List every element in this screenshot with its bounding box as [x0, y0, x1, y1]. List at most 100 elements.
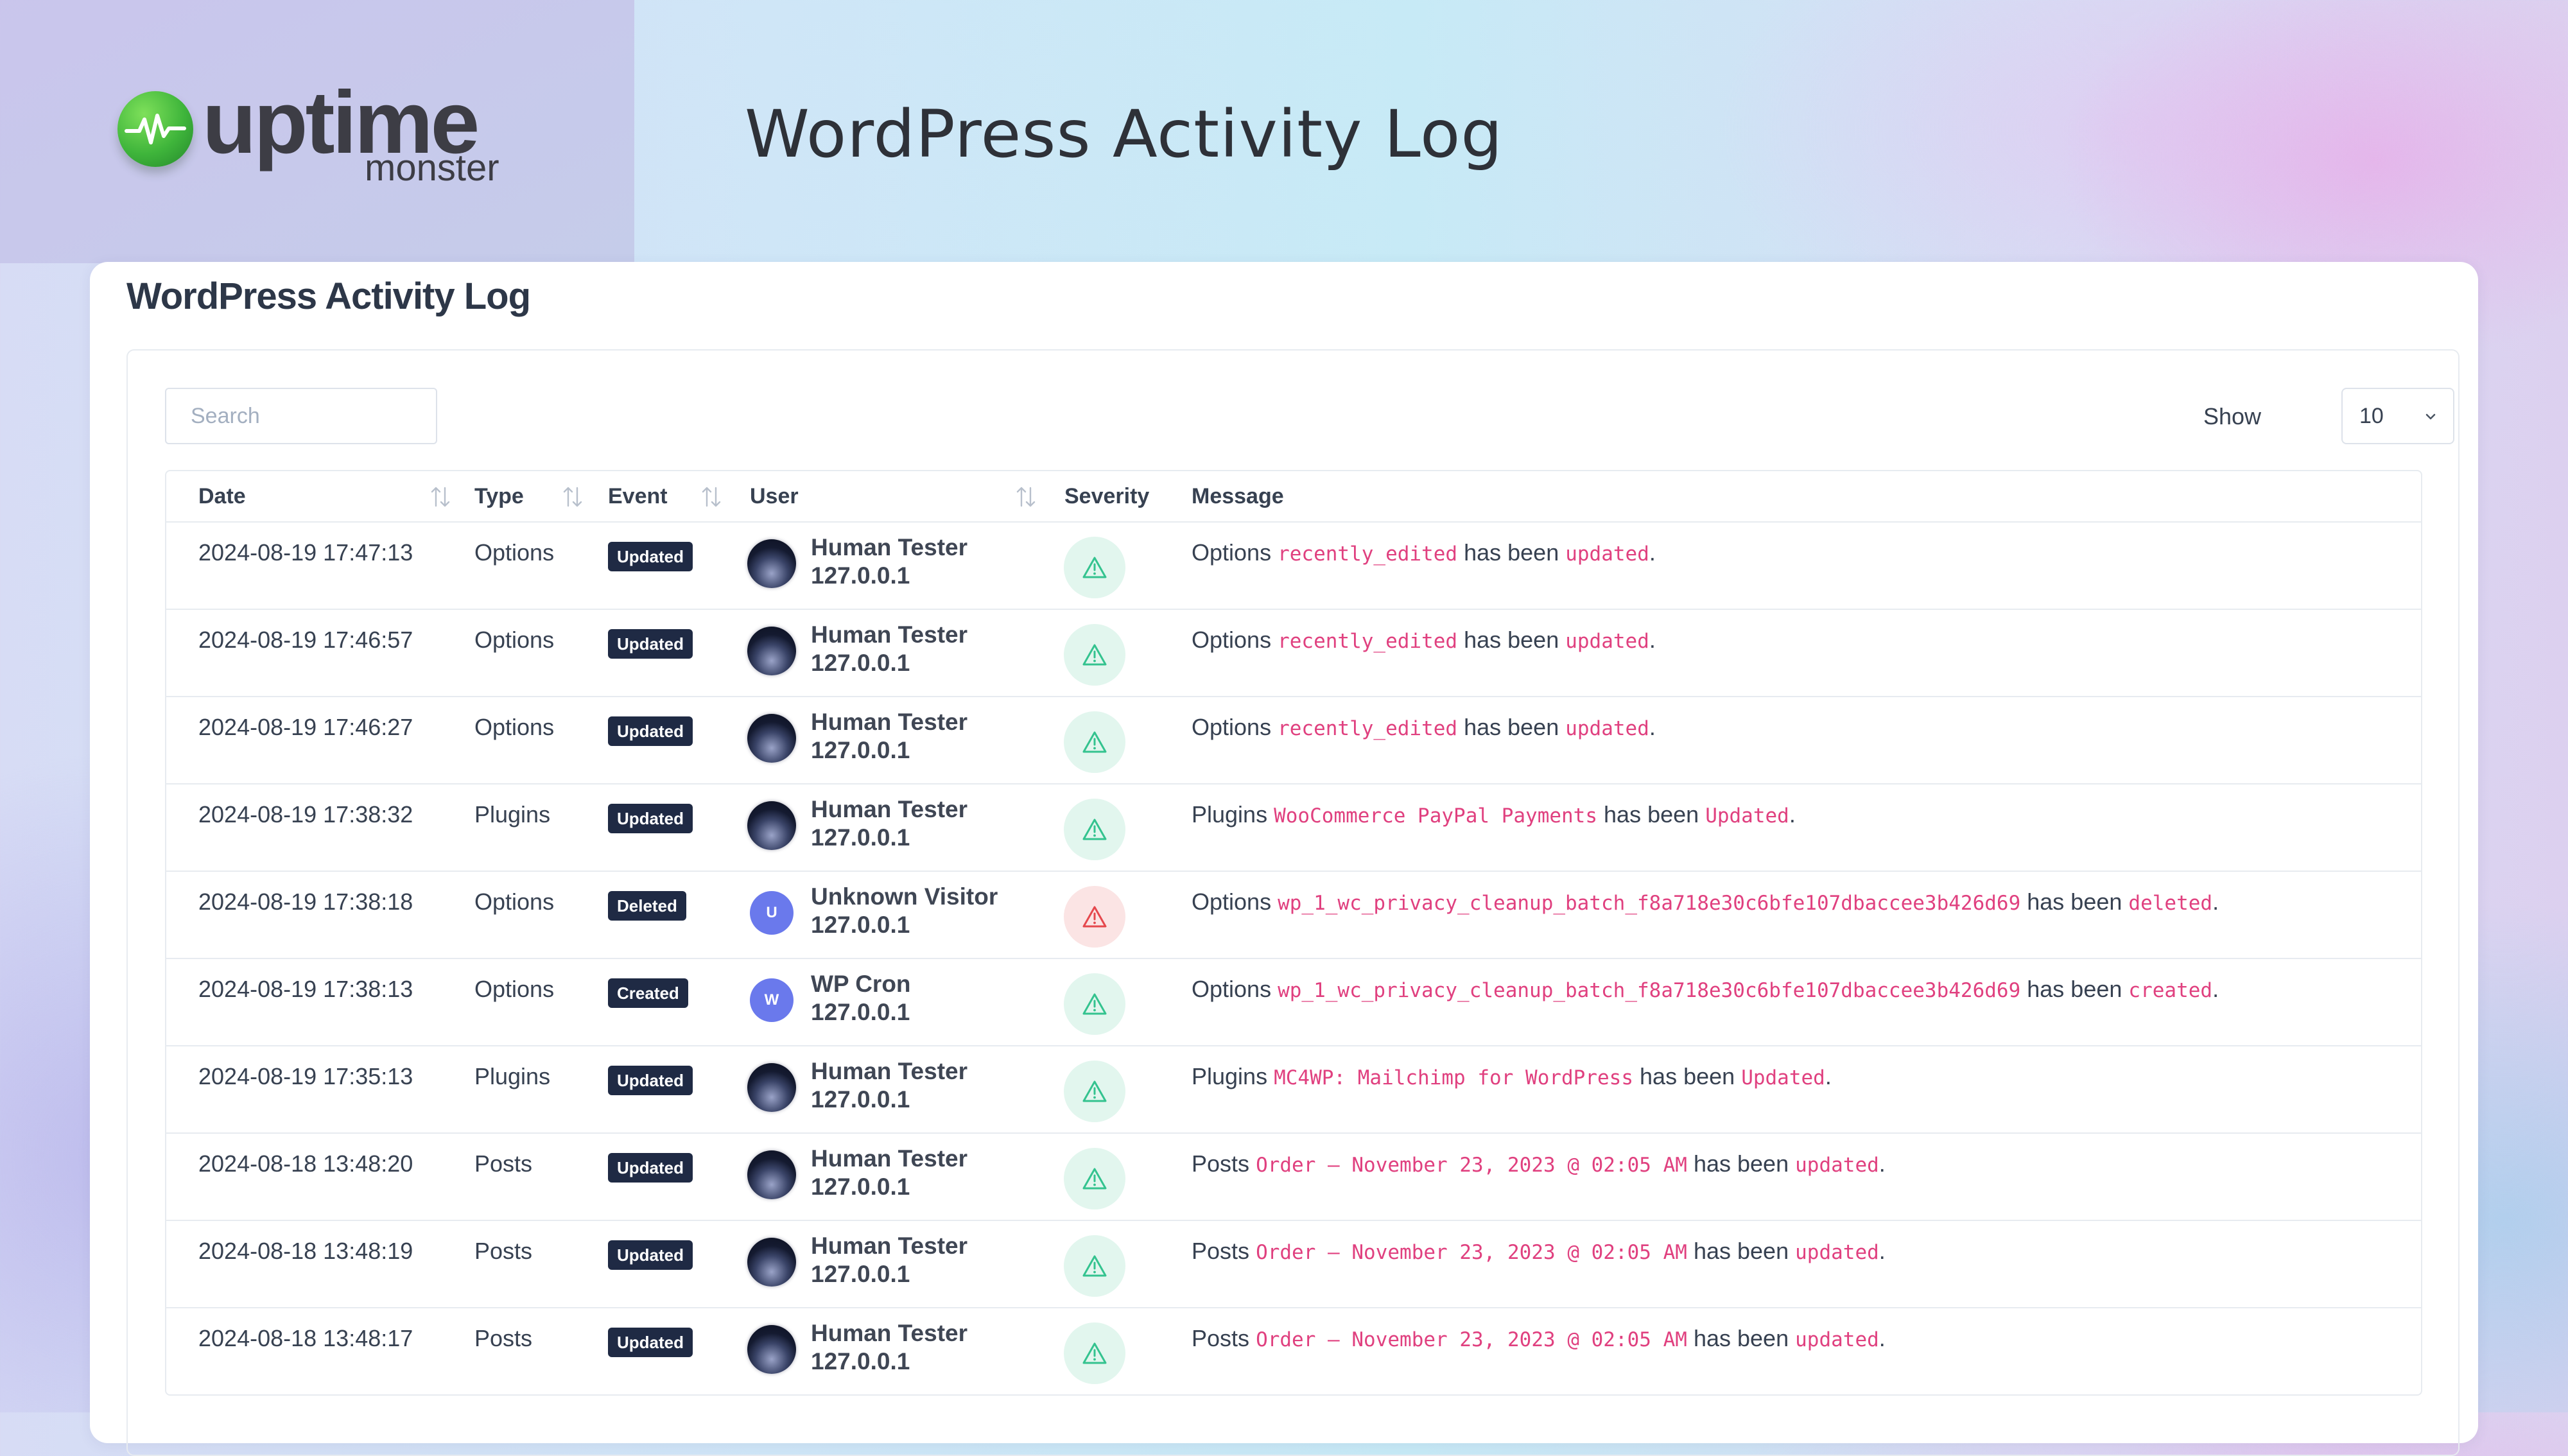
- column-header-severity: Severity: [1064, 484, 1150, 508]
- user-name: Human Tester: [811, 1233, 967, 1259]
- message-object-name: Order – November 23, 2023 @ 02:05 AM: [1256, 1154, 1687, 1177]
- warning-icon: [1081, 730, 1108, 754]
- severity-badge: [1064, 1061, 1125, 1122]
- column-header-event[interactable]: Event: [608, 484, 668, 509]
- table-row[interactable]: 2024-08-18 13:48:20 Posts Updated Human Tes…: [166, 1134, 2421, 1221]
- message-verb: has been: [2027, 976, 2122, 1002]
- user-ip: 127.0.0.1: [811, 1261, 910, 1287]
- message-action: Updated: [1705, 804, 1789, 828]
- cell-message: Posts Order – November 23, 2023 @ 02:05 …: [1192, 1325, 1886, 1352]
- message-verb: has been: [1464, 539, 1559, 566]
- message-object-type: Posts: [1192, 1325, 1250, 1351]
- message-action: updated: [1565, 717, 1649, 740]
- sort-icon[interactable]: [429, 484, 451, 510]
- message-action: Updated: [1741, 1066, 1825, 1089]
- cell-type: Plugins: [474, 1063, 551, 1089]
- table-row[interactable]: 2024-08-18 13:48:17 Posts Updated Human Tes…: [166, 1308, 2421, 1394]
- cell-message: Options recently_edited has been updated…: [1192, 627, 1656, 654]
- cell-date: 2024-08-19 17:38:13: [198, 976, 413, 1002]
- cell-message: Plugins MC4WP: Mailchimp for WordPress h…: [1192, 1063, 1832, 1090]
- severity-badge: [1064, 973, 1125, 1035]
- event-badge: Updated: [608, 804, 693, 833]
- severity-badge: [1064, 799, 1125, 860]
- user-ip: 127.0.0.1: [811, 650, 910, 676]
- message-action: updated: [1795, 1328, 1879, 1351]
- user-name: Human Tester: [811, 709, 967, 735]
- cell-type: Posts: [474, 1238, 533, 1264]
- cell-type: Plugins: [474, 801, 551, 828]
- cell-message: Posts Order – November 23, 2023 @ 02:05 …: [1192, 1238, 1886, 1265]
- table-row[interactable]: 2024-08-19 17:46:57 Options Updated Human T…: [166, 610, 2421, 697]
- user-name: WP Cron: [811, 971, 911, 997]
- logo-subtitle: monster: [365, 147, 499, 189]
- sort-icon[interactable]: [562, 484, 584, 510]
- message-object-name: WooCommerce PayPal Payments: [1274, 804, 1598, 828]
- user-name: Human Tester: [811, 1058, 967, 1084]
- table-row[interactable]: 2024-08-19 17:35:13 Plugins Updated Human T…: [166, 1046, 2421, 1134]
- page-size-select[interactable]: 10: [2341, 388, 2454, 444]
- warning-icon: [1081, 555, 1108, 580]
- page-header-title: WordPress Activity Log: [745, 96, 1504, 173]
- event-badge: Updated: [608, 542, 693, 571]
- cell-date: 2024-08-18 13:48:20: [198, 1150, 413, 1177]
- table-row[interactable]: 2024-08-19 17:38:18 Options Deleted U Unknow…: [166, 872, 2421, 959]
- cell-date: 2024-08-18 13:48:19: [198, 1238, 413, 1264]
- warning-icon: [1081, 1254, 1108, 1278]
- message-action: updated: [1565, 542, 1649, 566]
- warning-icon: [1081, 1341, 1108, 1365]
- message-action: created: [2128, 979, 2213, 1002]
- cell-type: Options: [474, 627, 555, 653]
- cell-message: Options wp_1_wc_privacy_cleanup_batch_f8…: [1192, 976, 2219, 1003]
- table-row[interactable]: 2024-08-19 17:47:13 Options Updated Human T…: [166, 523, 2421, 610]
- message-object-name: Order – November 23, 2023 @ 02:05 AM: [1256, 1241, 1687, 1264]
- uptime-monster-logo[interactable]: uptime monster: [117, 73, 516, 189]
- message-object-name: wp_1_wc_privacy_cleanup_batch_f8a718e30c…: [1278, 979, 2021, 1002]
- message-object-type: Plugins: [1192, 801, 1268, 828]
- message-period: .: [1649, 714, 1656, 740]
- cell-message: Options recently_edited has been updated…: [1192, 539, 1656, 566]
- warning-icon: [1081, 643, 1108, 667]
- message-object-type: Options: [1192, 627, 1272, 653]
- severity-badge: [1064, 537, 1125, 598]
- page-size-label: Show: [2203, 403, 2262, 429]
- pulse-logo-icon: [117, 91, 193, 167]
- warning-icon: [1081, 1166, 1108, 1191]
- cell-type: Posts: [474, 1150, 533, 1177]
- table-row[interactable]: 2024-08-19 17:38:32 Plugins Updated Human T…: [166, 784, 2421, 872]
- cell-date: 2024-08-19 17:47:13: [198, 539, 413, 566]
- table-row[interactable]: 2024-08-19 17:46:27 Options Updated Human T…: [166, 697, 2421, 784]
- message-verb: has been: [1464, 714, 1559, 740]
- message-period: .: [1878, 1238, 1886, 1264]
- sort-icon[interactable]: [1015, 484, 1037, 510]
- user-avatar: W: [750, 978, 794, 1022]
- warning-icon: [1081, 992, 1108, 1016]
- warning-icon: [1081, 1079, 1108, 1104]
- warning-icon: [1081, 817, 1108, 842]
- cell-date: 2024-08-19 17:35:13: [198, 1063, 413, 1089]
- message-object-type: Options: [1192, 714, 1272, 740]
- search-input[interactable]: [165, 388, 437, 444]
- table-row[interactable]: 2024-08-18 13:48:19 Posts Updated Human Tes…: [166, 1221, 2421, 1308]
- cell-type: Options: [474, 539, 555, 566]
- table-body: 2024-08-19 17:47:13 Options Updated Human T…: [166, 523, 2421, 1394]
- message-verb: has been: [1464, 627, 1559, 653]
- severity-badge: [1064, 886, 1125, 948]
- column-header-type[interactable]: Type: [474, 484, 524, 509]
- message-period: .: [1649, 627, 1656, 653]
- message-action: updated: [1795, 1241, 1879, 1264]
- message-object-type: Posts: [1192, 1150, 1250, 1177]
- user-name: Human Tester: [811, 621, 967, 648]
- user-ip: 127.0.0.1: [811, 999, 910, 1025]
- column-header-date[interactable]: Date: [198, 484, 246, 509]
- warning-icon: [1081, 905, 1108, 929]
- table-row[interactable]: 2024-08-19 17:38:13 Options Created W WP Cro…: [166, 959, 2421, 1046]
- column-header-user[interactable]: User: [750, 484, 799, 509]
- user-name: Human Tester: [811, 534, 967, 560]
- message-action: updated: [1795, 1154, 1879, 1177]
- page-size-value: 10: [2359, 403, 2384, 428]
- user-avatar: [747, 539, 796, 588]
- sort-icon[interactable]: [700, 484, 722, 510]
- severity-badge: [1064, 1322, 1125, 1384]
- event-badge: Updated: [608, 629, 693, 659]
- cell-type: Options: [474, 888, 555, 915]
